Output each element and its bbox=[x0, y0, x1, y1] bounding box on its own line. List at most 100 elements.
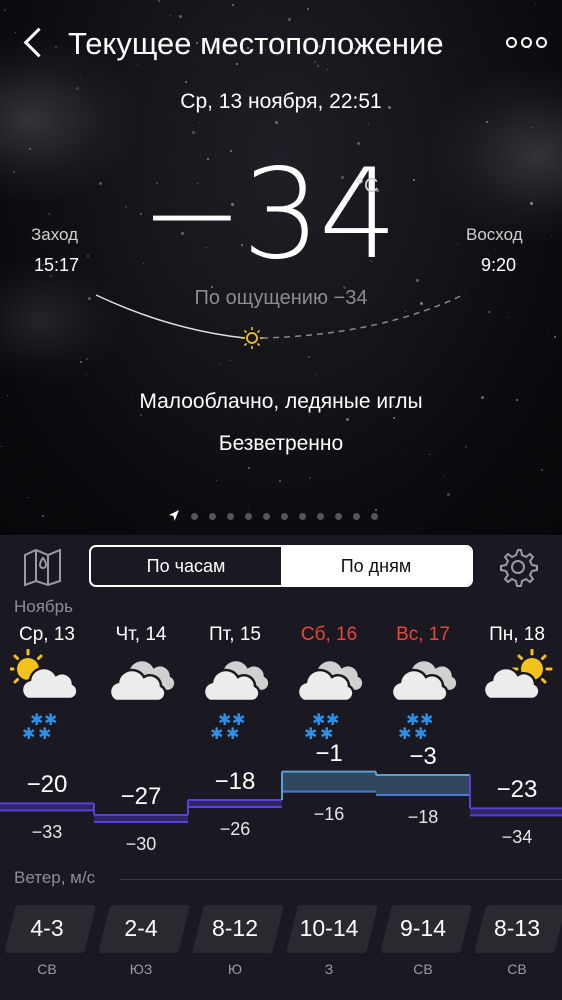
snow-icon: ✱ ✱ ✱ ✱ bbox=[22, 710, 57, 743]
more-options-button[interactable] bbox=[506, 32, 550, 52]
wind-direction: З bbox=[324, 961, 334, 977]
svg-text:✱: ✱ bbox=[398, 724, 411, 743]
temp-band bbox=[94, 815, 188, 822]
high-temp-label: −1 bbox=[315, 739, 343, 767]
low-temp-label: −26 bbox=[219, 819, 251, 839]
pager-dot[interactable] bbox=[245, 512, 252, 520]
sunrise-label: Восход bbox=[466, 225, 523, 244]
snowflake bbox=[28, 497, 29, 498]
pager-dot[interactable] bbox=[263, 512, 270, 520]
day-column[interactable]: Вс, 17 ✱ ✱ ✱ ✱ bbox=[376, 623, 470, 753]
snowflake bbox=[199, 122, 200, 123]
snowflake bbox=[170, 15, 171, 16]
sunrise-time: 9:20 bbox=[481, 255, 517, 275]
pager-dot[interactable] bbox=[299, 512, 306, 520]
snowflake bbox=[230, 360, 231, 361]
snowflake bbox=[48, 213, 50, 215]
cloudy-snow-icon: ✱ ✱ ✱ ✱ bbox=[390, 658, 459, 743]
snowflake bbox=[4, 9, 6, 11]
pager-dot[interactable] bbox=[317, 512, 324, 520]
day-weather-icon bbox=[480, 648, 554, 750]
cloudy-snow-icon: ✱ ✱ ✱ ✱ bbox=[296, 658, 365, 743]
snowflake bbox=[447, 493, 450, 496]
snowflake bbox=[216, 480, 217, 481]
day-column[interactable]: Ср, 13 ✱ ✱ ✱ ✱ bbox=[0, 623, 94, 753]
high-temp-label: −3 bbox=[409, 743, 437, 770]
settings-button[interactable] bbox=[497, 546, 539, 588]
pager-dot[interactable] bbox=[335, 512, 342, 520]
low-temp-label: −16 bbox=[313, 803, 345, 824]
pager-dot[interactable] bbox=[353, 512, 360, 520]
snowflake bbox=[327, 69, 328, 70]
temp-band bbox=[470, 808, 562, 816]
low-temp-label: −30 bbox=[125, 834, 157, 854]
snowflake bbox=[248, 467, 250, 469]
day-name: Чт, 14 bbox=[115, 624, 167, 645]
low-temp-label: −33 bbox=[31, 822, 63, 843]
partly-cloudy-icon bbox=[482, 648, 553, 701]
pager-dot[interactable] bbox=[209, 512, 216, 520]
pager-dot[interactable] bbox=[371, 512, 378, 520]
low-temp-label: −34 bbox=[501, 827, 533, 848]
snowflake bbox=[551, 236, 552, 237]
location-pager[interactable] bbox=[168, 508, 378, 524]
location-arrow-icon bbox=[169, 510, 179, 521]
pager-dot[interactable] bbox=[191, 512, 198, 520]
temp-band bbox=[0, 803, 94, 811]
snowflake bbox=[248, 506, 249, 507]
snowflake bbox=[140, 414, 142, 416]
svg-text:✱: ✱ bbox=[226, 724, 239, 743]
snowflake bbox=[413, 179, 415, 181]
day-column[interactable]: Чт, 14 bbox=[94, 623, 188, 753]
snowflake bbox=[80, 77, 81, 78]
snowflake bbox=[486, 121, 488, 123]
day-column[interactable]: Сб, 16 ✱ ✱ ✱ ✱ bbox=[282, 623, 376, 753]
day-name: Пн, 18 bbox=[489, 624, 545, 645]
snowflake bbox=[307, 8, 309, 10]
temperature-unit: °C bbox=[356, 175, 379, 197]
more-dot-icon bbox=[521, 36, 532, 48]
cloudy-snow-icon: ✱ ✱ ✱ ✱ bbox=[202, 658, 271, 743]
forecast-panel: По часам По дням Ноябрь Ср, 13 ✱ ✱ ✱ ✱ Чт,… bbox=[0, 535, 562, 1000]
high-temp-label: −20 bbox=[26, 771, 68, 799]
wind-divider bbox=[120, 879, 562, 880]
tab-hourly[interactable]: По часам bbox=[91, 547, 281, 585]
snow-icon: ✱ ✱ ✱ ✱ bbox=[398, 710, 433, 743]
snowflake bbox=[13, 171, 15, 173]
wind-speed: 10-14 bbox=[299, 915, 359, 941]
map-button[interactable] bbox=[22, 547, 66, 587]
snowflake bbox=[29, 148, 31, 150]
snowflake bbox=[220, 363, 221, 364]
high-temp-label: −18 bbox=[214, 768, 256, 795]
day-weather-icon: ✱ ✱ ✱ ✱ bbox=[7, 648, 84, 750]
pager-dot[interactable] bbox=[281, 512, 288, 520]
forecast-mode-switch: По часам По дням bbox=[89, 545, 473, 587]
snowflake bbox=[192, 131, 195, 134]
snow-icon: ✱ ✱ ✱ ✱ bbox=[210, 710, 245, 743]
pager-dot[interactable] bbox=[227, 512, 234, 520]
day-name: Вс, 17 bbox=[396, 624, 450, 645]
snowflake bbox=[541, 469, 543, 471]
day-weather-icon bbox=[104, 649, 178, 750]
temp-band bbox=[282, 771, 376, 792]
wind-speed: 8-13 bbox=[493, 915, 541, 941]
wind-speed: 4-3 bbox=[30, 915, 64, 941]
snowflake bbox=[346, 418, 349, 421]
day-column[interactable]: Пт, 15 ✱ ✱ ✱ ✱ bbox=[188, 623, 282, 753]
day-weather-icon: ✱ ✱ ✱ ✱ bbox=[292, 649, 366, 750]
snowflake bbox=[158, 0, 160, 2]
snowflake bbox=[535, 3, 536, 4]
tab-daily[interactable]: По дням bbox=[281, 547, 471, 585]
snowflake bbox=[531, 127, 532, 128]
condition-text: Малооблачно, ледяные иглы bbox=[139, 390, 423, 413]
back-button[interactable] bbox=[20, 24, 50, 60]
snowflake bbox=[185, 81, 187, 83]
snowflake bbox=[275, 121, 278, 124]
snowflake bbox=[495, 249, 496, 250]
map-icon bbox=[24, 548, 61, 587]
low-temp-label: −18 bbox=[407, 807, 439, 827]
current-datetime: Ср, 13 ноября, 22:51 bbox=[180, 90, 382, 113]
day-column[interactable]: Пн, 18 bbox=[470, 623, 562, 753]
snowflake bbox=[559, 7, 560, 8]
snowflake bbox=[444, 475, 445, 476]
